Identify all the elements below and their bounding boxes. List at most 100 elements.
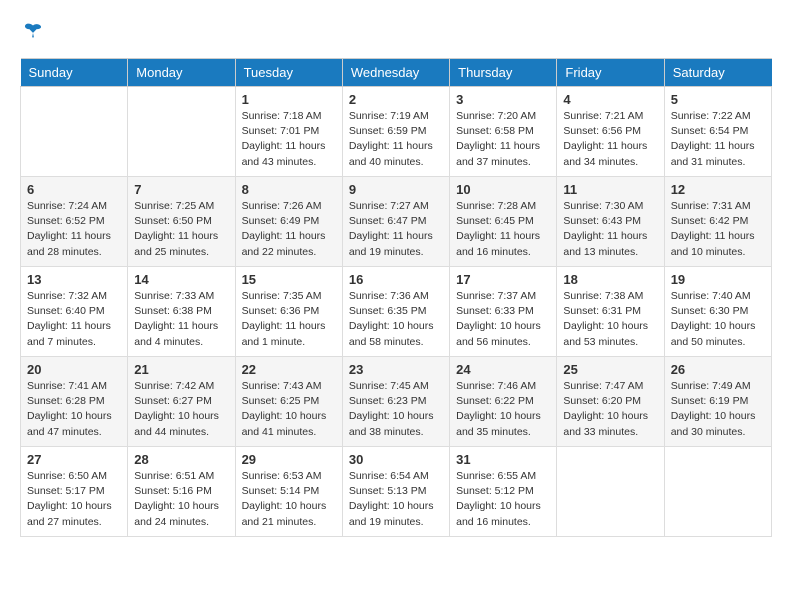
day-details: Sunrise: 7:20 AM Sunset: 6:58 PM Dayligh… [456,109,550,170]
day-details: Sunrise: 7:49 AM Sunset: 6:19 PM Dayligh… [671,379,765,440]
day-details: Sunrise: 6:50 AM Sunset: 5:17 PM Dayligh… [27,469,121,530]
calendar-week-row: 13Sunrise: 7:32 AM Sunset: 6:40 PM Dayli… [21,267,772,357]
day-details: Sunrise: 6:53 AM Sunset: 5:14 PM Dayligh… [242,469,336,530]
calendar-cell: 28 Sunrise: 6:51 AM Sunset: 5:16 PM Dayli… [128,447,235,537]
day-number: 11 [563,182,657,197]
calendar-cell: 4 Sunrise: 7:21 AM Sunset: 6:56 PM Daylig… [557,87,664,177]
day-details: Sunrise: 7:43 AM Sunset: 6:25 PM Dayligh… [242,379,336,440]
calendar-cell: 17Sunrise: 7:37 AM Sunset: 6:33 PM Dayli… [450,267,557,357]
calendar-cell: 2 Sunrise: 7:19 AM Sunset: 6:59 PM Daylig… [342,87,449,177]
day-number: 6 [27,182,121,197]
calendar-cell: 5Sunrise: 7:22 AM Sunset: 6:54 PM Daylig… [664,87,771,177]
calendar-cell: 23 Sunrise: 7:45 AM Sunset: 6:23 PM Dayli… [342,357,449,447]
calendar-cell: 11 Sunrise: 7:30 AM Sunset: 6:43 PM Dayli… [557,177,664,267]
calendar-cell: 22 Sunrise: 7:43 AM Sunset: 6:25 PM Dayli… [235,357,342,447]
day-number: 15 [242,272,336,287]
day-number: 23 [349,362,443,377]
calendar-cell: 15Sunrise: 7:35 AM Sunset: 6:36 PM Dayli… [235,267,342,357]
day-details: Sunrise: 7:32 AM Sunset: 6:40 PM Dayligh… [27,289,121,350]
day-details: Sunrise: 7:28 AM Sunset: 6:45 PM Dayligh… [456,199,550,260]
day-details: Sunrise: 7:26 AM Sunset: 6:49 PM Dayligh… [242,199,336,260]
day-number: 21 [134,362,228,377]
day-number: 17 [456,272,550,287]
day-details: Sunrise: 7:19 AM Sunset: 6:59 PM Dayligh… [349,109,443,170]
day-details: Sunrise: 7:18 AM Sunset: 7:01 PM Dayligh… [242,109,336,170]
day-number: 19 [671,272,765,287]
calendar-cell: 1 Sunrise: 7:18 AM Sunset: 7:01 PM Daylig… [235,87,342,177]
day-details: Sunrise: 7:30 AM Sunset: 6:43 PM Dayligh… [563,199,657,260]
day-details: Sunrise: 7:47 AM Sunset: 6:20 PM Dayligh… [563,379,657,440]
calendar-cell [557,447,664,537]
calendar-cell: 27 Sunrise: 6:50 AM Sunset: 5:17 PM Dayli… [21,447,128,537]
calendar-week-row: 27 Sunrise: 6:50 AM Sunset: 5:17 PM Dayli… [21,447,772,537]
calendar-cell: 29 Sunrise: 6:53 AM Sunset: 5:14 PM Dayli… [235,447,342,537]
calendar-cell: 7Sunrise: 7:25 AM Sunset: 6:50 PM Daylig… [128,177,235,267]
day-number: 18 [563,272,657,287]
calendar-cell: 21Sunrise: 7:42 AM Sunset: 6:27 PM Dayli… [128,357,235,447]
day-details: Sunrise: 7:31 AM Sunset: 6:42 PM Dayligh… [671,199,765,260]
day-details: Sunrise: 7:21 AM Sunset: 6:56 PM Dayligh… [563,109,657,170]
day-number: 4 [563,92,657,107]
logo [20,20,44,42]
calendar-table: SundayMondayTuesdayWednesdayThursdayFrid… [20,58,772,537]
day-details: Sunrise: 7:27 AM Sunset: 6:47 PM Dayligh… [349,199,443,260]
day-details: Sunrise: 7:36 AM Sunset: 6:35 PM Dayligh… [349,289,443,350]
day-number: 22 [242,362,336,377]
day-details: Sunrise: 7:38 AM Sunset: 6:31 PM Dayligh… [563,289,657,350]
day-number: 27 [27,452,121,467]
calendar-cell: 31 Sunrise: 6:55 AM Sunset: 5:12 PM Dayli… [450,447,557,537]
day-details: Sunrise: 7:45 AM Sunset: 6:23 PM Dayligh… [349,379,443,440]
day-details: Sunrise: 7:25 AM Sunset: 6:50 PM Dayligh… [134,199,228,260]
day-number: 30 [349,452,443,467]
day-details: Sunrise: 6:54 AM Sunset: 5:13 PM Dayligh… [349,469,443,530]
day-number: 1 [242,92,336,107]
calendar-week-row: 1 Sunrise: 7:18 AM Sunset: 7:01 PM Daylig… [21,87,772,177]
weekday-header-tuesday: Tuesday [235,59,342,87]
weekday-header-saturday: Saturday [664,59,771,87]
calendar-cell: 30 Sunrise: 6:54 AM Sunset: 5:13 PM Dayli… [342,447,449,537]
calendar-cell: 8Sunrise: 7:26 AM Sunset: 6:49 PM Daylig… [235,177,342,267]
weekday-header-sunday: Sunday [21,59,128,87]
day-number: 26 [671,362,765,377]
logo-bird-icon [22,20,44,42]
day-number: 25 [563,362,657,377]
calendar-cell [21,87,128,177]
weekday-header-friday: Friday [557,59,664,87]
calendar-cell: 16 Sunrise: 7:36 AM Sunset: 6:35 PM Dayli… [342,267,449,357]
calendar-cell: 18 Sunrise: 7:38 AM Sunset: 6:31 PM Dayli… [557,267,664,357]
day-number: 5 [671,92,765,107]
day-number: 29 [242,452,336,467]
day-details: Sunrise: 7:33 AM Sunset: 6:38 PM Dayligh… [134,289,228,350]
calendar-week-row: 20Sunrise: 7:41 AM Sunset: 6:28 PM Dayli… [21,357,772,447]
day-details: Sunrise: 6:51 AM Sunset: 5:16 PM Dayligh… [134,469,228,530]
day-number: 28 [134,452,228,467]
calendar-week-row: 6 Sunrise: 7:24 AM Sunset: 6:52 PM Daylig… [21,177,772,267]
calendar-cell: 20Sunrise: 7:41 AM Sunset: 6:28 PM Dayli… [21,357,128,447]
day-number: 16 [349,272,443,287]
weekday-header-thursday: Thursday [450,59,557,87]
weekday-header-monday: Monday [128,59,235,87]
calendar-cell: 24 Sunrise: 7:46 AM Sunset: 6:22 PM Dayli… [450,357,557,447]
calendar-cell: 19 Sunrise: 7:40 AM Sunset: 6:30 PM Dayli… [664,267,771,357]
day-number: 2 [349,92,443,107]
page-header [20,20,772,42]
day-number: 9 [349,182,443,197]
calendar-cell: 14 Sunrise: 7:33 AM Sunset: 6:38 PM Dayli… [128,267,235,357]
day-number: 24 [456,362,550,377]
calendar-cell: 9 Sunrise: 7:27 AM Sunset: 6:47 PM Daylig… [342,177,449,267]
calendar-cell: 25 Sunrise: 7:47 AM Sunset: 6:20 PM Dayli… [557,357,664,447]
day-details: Sunrise: 7:40 AM Sunset: 6:30 PM Dayligh… [671,289,765,350]
calendar-cell: 3 Sunrise: 7:20 AM Sunset: 6:58 PM Daylig… [450,87,557,177]
calendar-cell [128,87,235,177]
calendar-cell: 10 Sunrise: 7:28 AM Sunset: 6:45 PM Dayli… [450,177,557,267]
day-details: Sunrise: 7:41 AM Sunset: 6:28 PM Dayligh… [27,379,121,440]
day-number: 31 [456,452,550,467]
day-number: 14 [134,272,228,287]
day-details: Sunrise: 6:55 AM Sunset: 5:12 PM Dayligh… [456,469,550,530]
calendar-cell [664,447,771,537]
weekday-header-wednesday: Wednesday [342,59,449,87]
day-number: 10 [456,182,550,197]
day-number: 3 [456,92,550,107]
day-details: Sunrise: 7:24 AM Sunset: 6:52 PM Dayligh… [27,199,121,260]
day-details: Sunrise: 7:46 AM Sunset: 6:22 PM Dayligh… [456,379,550,440]
